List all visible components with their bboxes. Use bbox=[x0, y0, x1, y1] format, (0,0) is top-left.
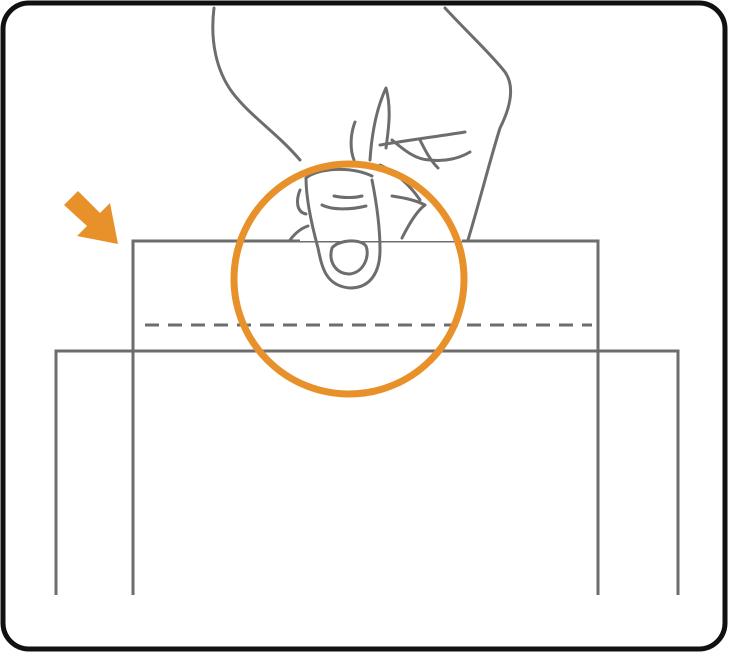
illustration-canvas bbox=[0, 0, 728, 652]
instruction-illustration bbox=[0, 0, 729, 653]
